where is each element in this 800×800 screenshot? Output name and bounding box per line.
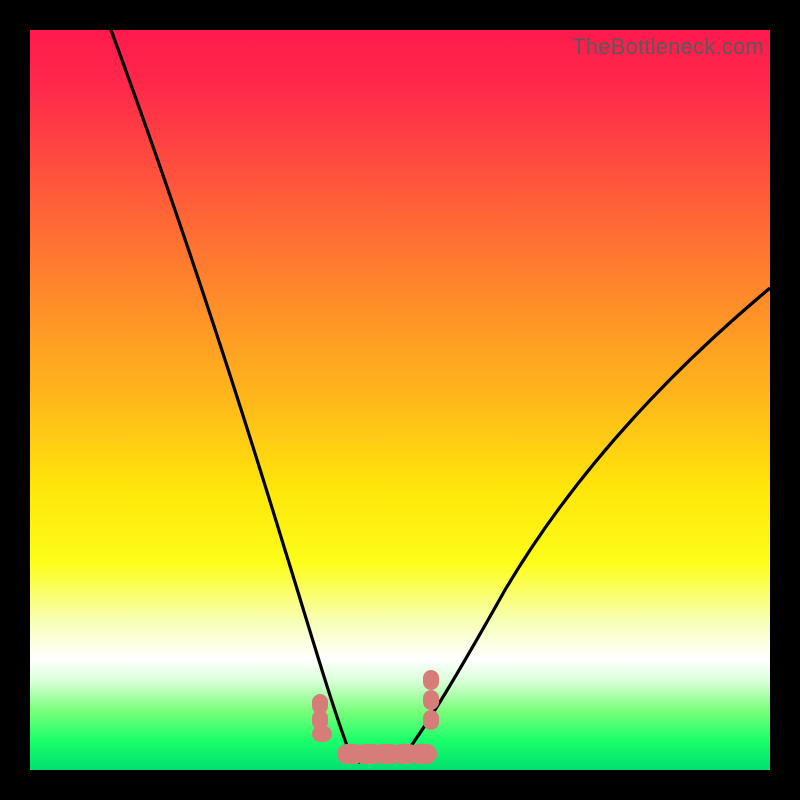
marker-capsule — [423, 690, 439, 710]
bottleneck-curve — [30, 30, 770, 770]
chart-stage: TheBottleneck.com — [0, 0, 800, 800]
marker-capsule — [409, 744, 437, 764]
marker-row — [342, 744, 432, 764]
marker-capsule — [312, 726, 332, 742]
plot-area: TheBottleneck.com — [30, 30, 770, 770]
marker-capsule — [423, 710, 439, 730]
curve-left-arm — [111, 30, 360, 763]
marker-capsule — [423, 670, 439, 690]
marker-cluster-left — [317, 694, 327, 742]
curve-right-arm — [398, 288, 770, 763]
marker-cluster-right — [428, 670, 434, 730]
marker-cluster-bottom — [30, 744, 770, 764]
